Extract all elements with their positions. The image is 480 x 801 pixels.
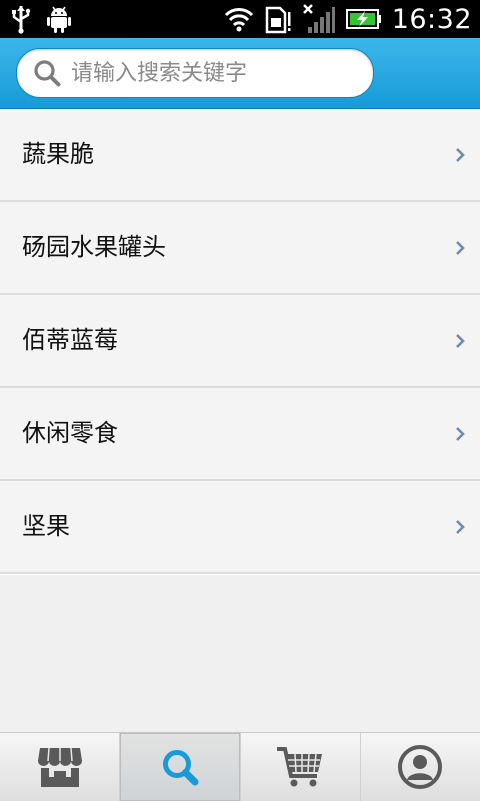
search-box[interactable] [16,48,374,98]
list-item[interactable]: 佰蒂蓝莓 [0,295,480,388]
list-item-label: 休闲零食 [22,419,118,447]
usb-icon [12,6,31,34]
chevron-right-icon [456,241,465,255]
list-item[interactable]: 坚果 [0,481,480,574]
status-system: 16:32 [224,0,472,38]
bottom-tab-bar [0,732,480,801]
tab-store[interactable] [0,733,121,801]
status-notifications [10,4,72,34]
list-item-label: 坚果 [22,512,70,540]
list-item-label: 砀园水果罐头 [22,233,166,261]
signal-off-icon [302,4,335,33]
chevron-right-icon [456,427,465,441]
list-item[interactable]: 蔬果脆 [0,109,480,202]
list-item-label: 佰蒂蓝莓 [22,326,118,354]
status-time: 16:32 [391,3,472,35]
cart-icon [277,747,323,787]
user-icon [398,745,443,789]
chevron-right-icon [456,520,465,534]
wifi-icon [224,8,253,32]
chevron-right-icon [456,148,465,162]
list-item-label: 蔬果脆 [22,140,94,168]
list-item[interactable]: 休闲零食 [0,388,480,481]
search-icon [162,750,199,786]
search-header [0,38,480,109]
search-icon [34,60,61,87]
chevron-right-icon [456,334,465,348]
status-bar: 16:32 [0,0,480,38]
tab-profile[interactable] [361,733,480,801]
search-input[interactable] [71,53,351,93]
tab-cart[interactable] [241,733,361,801]
list-item[interactable]: 砀园水果罐头 [0,202,480,295]
sim-icon [265,6,291,34]
store-icon [37,747,82,787]
tab-search[interactable] [120,733,241,801]
category-list: 蔬果脆 砀园水果罐头 佰蒂蓝莓 休闲零食 坚果 [0,109,480,574]
android-icon [47,6,71,33]
battery-charging-icon [345,9,381,29]
